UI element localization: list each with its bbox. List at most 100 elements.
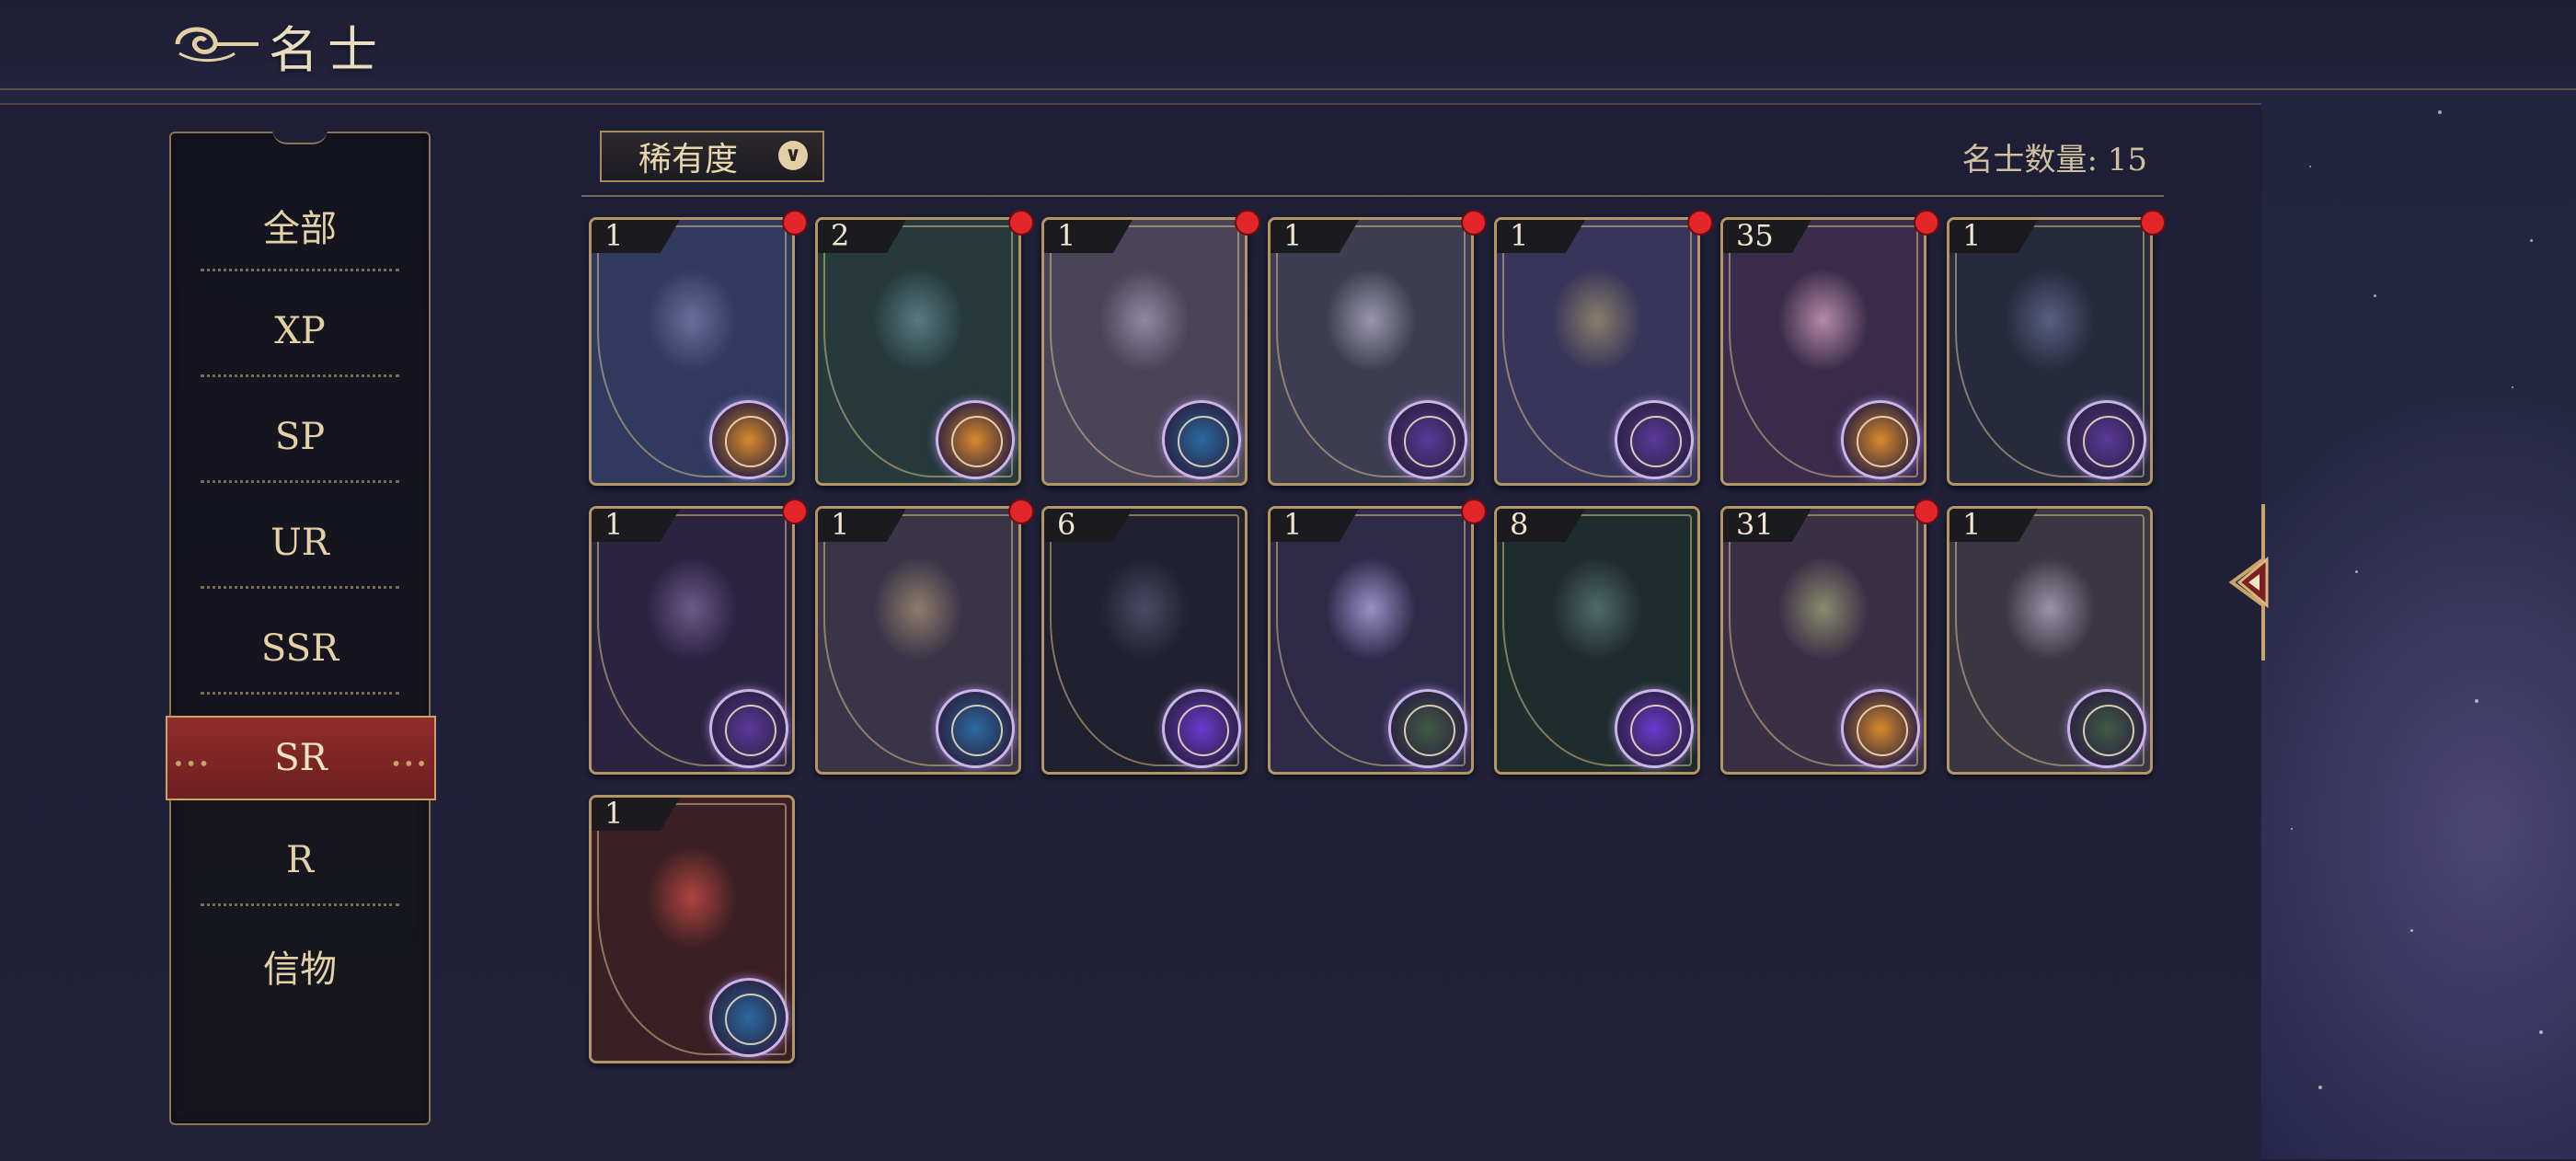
sidebar-item-all[interactable]: 全部	[201, 179, 399, 271]
category-sidebar: 全部 XP SP UR SSR ••• SR ••• R 信物	[166, 130, 436, 1125]
character-card[interactable]: 1	[1268, 506, 1474, 775]
emblem-core	[1178, 416, 1229, 467]
new-badge-dot	[1008, 210, 1034, 236]
divider	[201, 586, 399, 589]
sidebar-item-label: SP	[274, 416, 326, 458]
character-card[interactable]: 2	[815, 217, 1021, 486]
new-badge-dot	[1235, 210, 1260, 236]
star	[2374, 294, 2376, 297]
sidebar-item-label: UR	[270, 522, 329, 564]
rarity-filter-dropdown[interactable]: 稀有度 ∨	[600, 131, 824, 182]
divider	[201, 269, 399, 271]
ornament-dots-icon: •••	[390, 753, 429, 775]
emblem-core	[1178, 705, 1229, 756]
sidebar-item-ssr[interactable]: SSR	[201, 603, 399, 695]
emblem-core	[951, 416, 1003, 467]
orange-emblem-icon	[709, 400, 788, 479]
star	[2475, 699, 2478, 703]
orange-emblem-icon	[936, 400, 1015, 479]
new-badge-dot	[2140, 210, 2166, 236]
card-level: 1	[604, 218, 624, 253]
card-level: 1	[604, 507, 624, 542]
character-card[interactable]: 1	[1947, 217, 2153, 486]
character-card[interactable]: 1	[1947, 506, 2153, 775]
card-level: 1	[1057, 218, 1076, 253]
sidebar-item-token[interactable]: 信物	[201, 920, 399, 1012]
purple-emblem-icon	[1615, 400, 1694, 479]
divider	[201, 692, 399, 695]
orange-emblem-icon	[1841, 689, 1920, 768]
character-card[interactable]: 8	[1494, 506, 1700, 775]
orange-emblem-icon	[1841, 400, 1920, 479]
filter-label: 稀有度	[638, 141, 739, 178]
purple-emblem-icon	[709, 689, 788, 768]
sidebar-item-label: XP	[274, 310, 326, 352]
emblem-core	[1404, 705, 1455, 756]
page-title: 名士	[269, 21, 386, 79]
character-card[interactable]: 1	[589, 217, 795, 486]
top-bar: 名士	[0, 0, 2576, 90]
character-card[interactable]: 1	[1494, 217, 1700, 486]
card-level: 6	[1057, 507, 1076, 542]
sidebar-item-label: SSR	[260, 627, 339, 670]
character-card[interactable]: 6	[1041, 506, 1248, 775]
new-badge-dot	[782, 499, 808, 524]
sidebar-item-label: 信物	[263, 948, 337, 991]
emblem-core	[2083, 416, 2134, 467]
emblem-core	[2083, 705, 2134, 756]
sidebar-item-ur[interactable]: UR	[201, 497, 399, 589]
divider	[201, 374, 399, 377]
card-level: 8	[1510, 507, 1529, 542]
star	[2530, 239, 2533, 242]
character-card[interactable]: 1	[815, 506, 1021, 775]
divider	[201, 903, 399, 906]
card-level: 1	[604, 796, 624, 831]
new-badge-dot	[1914, 499, 1939, 524]
star	[2438, 110, 2442, 114]
emblem-core	[1630, 416, 1682, 467]
chevron-down-icon: ∨	[778, 141, 808, 170]
sidebar-item-sr[interactable]: ••• SR •••	[166, 716, 436, 800]
star	[2410, 929, 2413, 932]
character-card[interactable]: 31	[1720, 506, 1926, 775]
character-card[interactable]: 1	[589, 795, 795, 1063]
new-badge-dot	[782, 210, 808, 236]
character-card[interactable]: 1	[1268, 217, 1474, 486]
sidebar-item-r[interactable]: R	[201, 814, 399, 906]
emblem-core	[1857, 416, 1908, 467]
sidebar-item-xp[interactable]: XP	[201, 285, 399, 377]
collapse-arrow-icon[interactable]	[2226, 504, 2278, 661]
green-emblem-icon	[2067, 689, 2146, 768]
galaxy-emblem-icon	[1162, 689, 1241, 768]
ornament-dots-icon: •••	[173, 753, 212, 775]
header-divider	[581, 195, 2164, 197]
card-level: 31	[1736, 507, 1774, 542]
emblem-core	[1857, 705, 1908, 756]
blue-emblem-icon	[1162, 400, 1241, 479]
card-level: 2	[831, 218, 850, 253]
emblem-core	[1630, 705, 1682, 756]
emblem-core	[725, 994, 776, 1045]
cloud-swirl-icon	[175, 27, 259, 63]
galaxy-emblem-icon	[1615, 689, 1694, 768]
star	[2291, 828, 2293, 830]
star	[2539, 1030, 2543, 1034]
new-badge-dot	[1461, 499, 1487, 524]
star	[2355, 570, 2358, 573]
sidebar-item-sp[interactable]: SP	[201, 391, 399, 483]
new-badge-dot	[1687, 210, 1713, 236]
sidebar-item-label: R	[285, 839, 315, 881]
card-level: 1	[831, 507, 850, 542]
character-card[interactable]: 1	[589, 506, 795, 775]
card-level: 1	[1283, 507, 1303, 542]
sidebar-notch	[272, 130, 328, 144]
card-level: 1	[1510, 218, 1529, 253]
blue-emblem-icon	[709, 978, 788, 1057]
character-card[interactable]: 35	[1720, 217, 1926, 486]
blue-emblem-icon	[936, 689, 1015, 768]
emblem-core	[725, 705, 776, 756]
star	[2318, 1086, 2322, 1089]
character-count: 名士数量: 15	[1961, 142, 2147, 178]
character-card[interactable]: 1	[1041, 217, 1248, 486]
new-badge-dot	[1914, 210, 1939, 236]
